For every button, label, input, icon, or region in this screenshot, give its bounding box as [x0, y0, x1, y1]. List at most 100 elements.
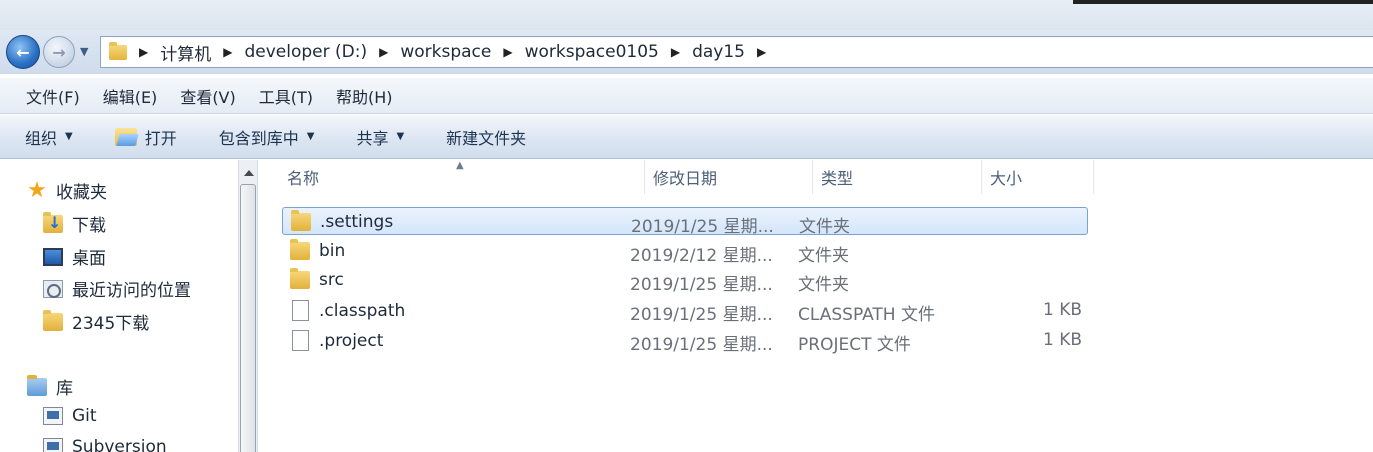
file-icon — [292, 330, 309, 351]
library-document-icon — [43, 407, 63, 425]
file-modified: 2019/2/12 星期... — [630, 246, 773, 266]
breadcrumb-computer[interactable]: 计算机 — [160, 40, 211, 65]
breadcrumb-workspace[interactable]: workspace — [400, 42, 491, 62]
file-row-src[interactable]: src 2019/1/25 星期... 文件夹 — [282, 266, 1088, 295]
column-header-size-label: 大小 — [990, 169, 1023, 188]
file-row-classpath[interactable]: .classpath 2019/1/25 星期... CLASSPATH 文件 … — [282, 296, 1088, 325]
arrow-left-icon: ← — [16, 42, 30, 62]
file-row-settings[interactable]: .settings 2019/1/25 星期... 文件夹 — [282, 207, 1088, 237]
recent-pages-dropdown[interactable]: ▼ — [80, 45, 94, 59]
folder-icon — [290, 239, 310, 260]
folder-icon — [109, 41, 127, 60]
recent-places-icon — [43, 279, 63, 298]
file-type: 文件夹 — [799, 217, 850, 237]
forward-button[interactable]: → — [43, 36, 75, 68]
menu-view[interactable]: 查看(V) — [180, 84, 235, 108]
star-icon: ★ — [27, 177, 47, 203]
file-row-bin[interactable]: bin 2019/2/12 星期... 文件夹 — [282, 237, 1088, 266]
folder-icon — [43, 309, 63, 331]
column-header-type[interactable]: 类型 — [813, 160, 982, 194]
share-label: 共享 — [356, 128, 389, 148]
menu-tools[interactable]: 工具(T) — [259, 84, 313, 108]
chevron-right-icon[interactable]: ▶ — [671, 45, 680, 59]
new-folder-button[interactable]: 新建文件夹 — [446, 125, 526, 149]
menu-help[interactable]: 帮助(H) — [336, 84, 393, 108]
file-name: .project — [319, 330, 384, 351]
file-name: bin — [319, 241, 346, 261]
nav-item-subversion[interactable]: Subversion — [43, 437, 167, 452]
nav-item-recent-places[interactable]: 最近访问的位置 — [43, 276, 191, 301]
scroll-up-icon[interactable] — [244, 170, 254, 176]
nav-item-label: Git — [72, 406, 97, 426]
organize-button[interactable]: 组织 ▼ — [25, 125, 73, 149]
chevron-right-icon[interactable]: ▶ — [379, 45, 388, 59]
address-row: ← → ▼ ▶ 计算机 ▶ developer (D:) ▶ workspace… — [0, 30, 1373, 74]
new-folder-label: 新建文件夹 — [446, 128, 527, 148]
file-type: CLASSPATH 文件 — [798, 305, 935, 325]
include-in-library-button[interactable]: 包含到库中 ▼ — [219, 125, 315, 149]
back-button[interactable]: ← — [6, 35, 40, 69]
breadcrumb-day15[interactable]: day15 — [692, 42, 745, 62]
folder-icon — [290, 268, 310, 289]
share-button[interactable]: 共享 ▼ — [356, 125, 404, 149]
file-modified: 2019/1/25 星期... — [630, 275, 773, 295]
nav-item-desktop[interactable]: 桌面 — [43, 244, 106, 269]
navigation-pane: ★ 收藏夹 下载 桌面 最近访问的位置 2345下载 库 Git Subvers… — [0, 160, 238, 452]
open-label: 打开 — [144, 128, 177, 148]
nav-favorites[interactable]: ★ 收藏夹 — [27, 178, 107, 203]
library-icon — [27, 374, 47, 396]
download-folder-icon — [43, 211, 63, 233]
file-size: 1 KB — [1042, 330, 1082, 350]
column-header-size[interactable]: 大小 — [982, 160, 1094, 194]
nav-favorites-label: 收藏夹 — [56, 183, 107, 203]
open-folder-icon — [114, 127, 137, 146]
folder-icon — [291, 210, 311, 231]
file-list: 名称 ▲ 修改日期 类型 大小 .settings 2019/1/25 星期..… — [259, 160, 1373, 452]
address-bar[interactable]: ▶ 计算机 ▶ developer (D:) ▶ workspace ▶ wor… — [100, 36, 1373, 68]
menu-edit[interactable]: 编辑(E) — [103, 84, 158, 108]
column-header-type-label: 类型 — [821, 169, 854, 188]
caret-down-icon: ▼ — [396, 131, 405, 142]
file-name: .settings — [320, 212, 394, 232]
file-icon — [292, 300, 309, 321]
nav-item-git[interactable]: Git — [43, 406, 97, 426]
arrow-right-icon: → — [52, 42, 66, 62]
organize-label: 组织 — [25, 128, 58, 148]
file-modified: 2019/1/25 星期... — [631, 217, 774, 237]
window-title-strip — [0, 0, 1373, 30]
caret-down-icon: ▼ — [65, 131, 73, 142]
library-document-icon — [43, 438, 63, 452]
nav-libraries[interactable]: 库 — [27, 374, 73, 399]
chevron-right-icon[interactable]: ▶ — [139, 45, 148, 59]
menu-file[interactable]: 文件(F) — [26, 84, 80, 108]
column-header-name-label: 名称 — [287, 169, 320, 188]
chevron-right-icon[interactable]: ▶ — [223, 45, 232, 59]
chevron-right-icon[interactable]: ▶ — [757, 45, 766, 59]
include-in-library-label: 包含到库中 — [218, 128, 299, 148]
file-size: 1 KB — [1042, 300, 1082, 320]
file-type: PROJECT 文件 — [798, 335, 911, 355]
open-button[interactable]: 打开 — [114, 125, 177, 149]
breadcrumb-workspace0105[interactable]: workspace0105 — [525, 42, 659, 62]
desktop-icon — [43, 247, 63, 266]
caret-down-icon: ▼ — [306, 131, 315, 142]
file-name: .classpath — [319, 300, 406, 321]
file-name: src — [319, 270, 344, 290]
nav-item-label: Subversion — [72, 437, 167, 452]
file-modified: 2019/1/25 星期... — [630, 305, 773, 325]
scrollbar-thumb[interactable] — [240, 184, 256, 452]
column-header-modified[interactable]: 修改日期 — [645, 160, 813, 194]
nav-pane-scrollbar[interactable] — [238, 160, 258, 452]
breadcrumb-drive[interactable]: developer (D:) — [244, 42, 367, 62]
file-modified: 2019/1/25 星期... — [630, 335, 773, 355]
command-bar: 组织 ▼ 打开 包含到库中 ▼ 共享 ▼ 新建文件夹 — [0, 115, 1373, 159]
file-type: 文件夹 — [798, 275, 849, 295]
nav-item-label: 桌面 — [72, 249, 106, 269]
nav-item-downloads[interactable]: 下载 — [43, 211, 106, 236]
column-header-modified-label: 修改日期 — [653, 169, 718, 188]
nav-item-2345-downloads[interactable]: 2345下载 — [43, 309, 149, 334]
title-strip-edge — [1073, 0, 1373, 4]
sort-ascending-icon: ▲ — [456, 160, 464, 171]
chevron-right-icon[interactable]: ▶ — [503, 45, 512, 59]
file-row-project[interactable]: .project 2019/1/25 星期... PROJECT 文件 1 KB — [282, 326, 1088, 355]
